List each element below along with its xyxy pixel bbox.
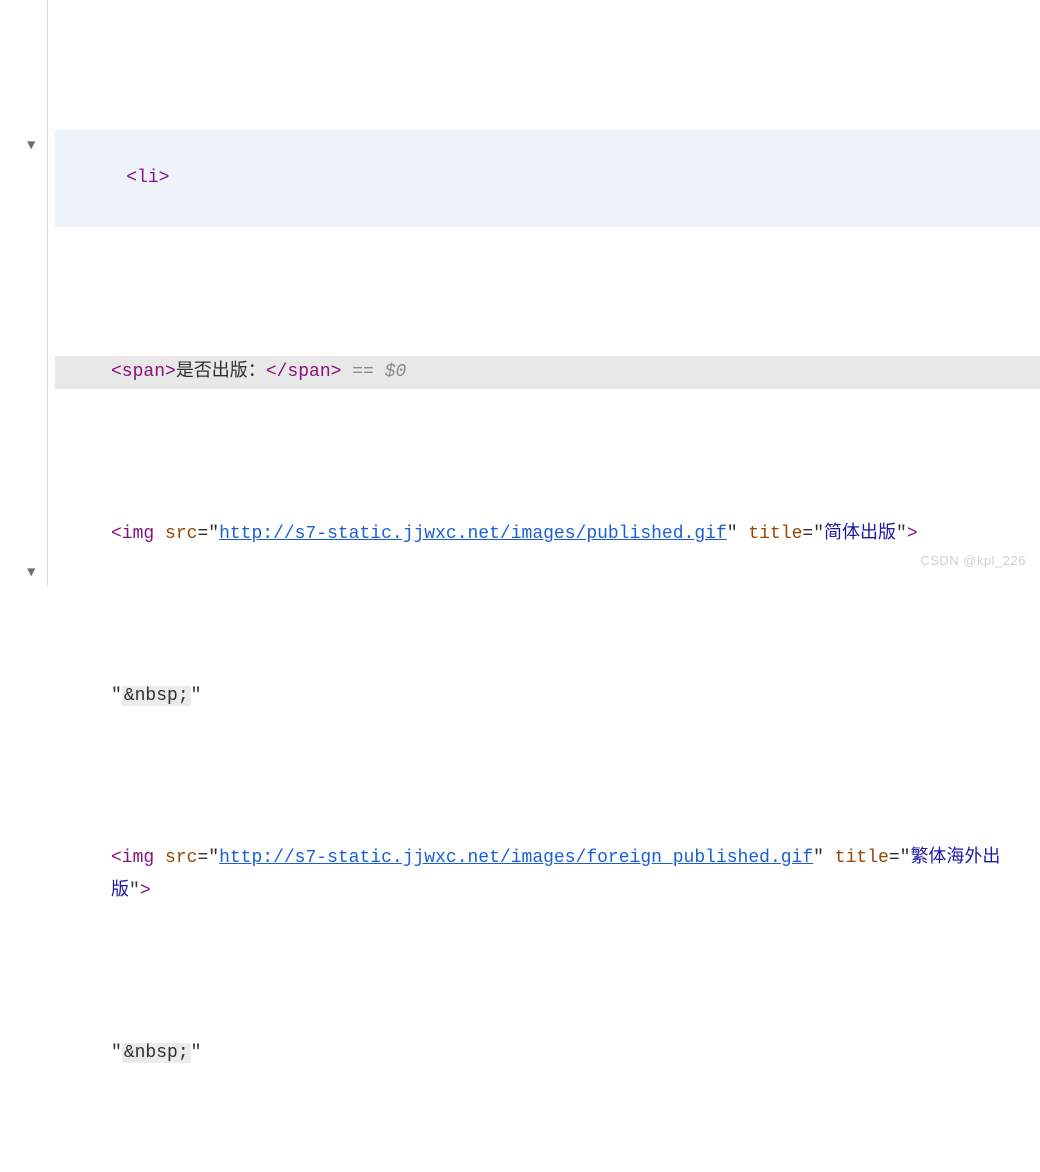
expand-icon[interactable]: ▼ (27, 561, 35, 586)
text-nbsp-2[interactable]: "&nbsp;" (55, 1037, 1040, 1069)
expand-icon[interactable]: ▼ (27, 130, 35, 162)
element-img-1[interactable]: <img src="http://s7-static.jjwxc.net/ima… (55, 518, 1040, 550)
gutter (0, 0, 48, 586)
element-li-open[interactable]: ▼<li> (55, 130, 1040, 227)
element-span-publish[interactable]: <span>是否出版：</span> == $0 (55, 356, 1040, 388)
url-link[interactable]: http://s7-static.jjwxc.net/images/foreig… (219, 848, 813, 868)
code-tree: ▼<li> <span>是否出版：</span> == $0 <img src=… (0, 0, 1040, 1172)
watermark: CSDN @kpl_226 (920, 549, 1026, 572)
element-img-2[interactable]: <img src="http://s7-static.jjwxc.net/ima… (55, 842, 1040, 907)
text-nbsp-1[interactable]: "&nbsp;" (55, 680, 1040, 712)
url-link[interactable]: http://s7-static.jjwxc.net/images/publis… (219, 524, 727, 544)
